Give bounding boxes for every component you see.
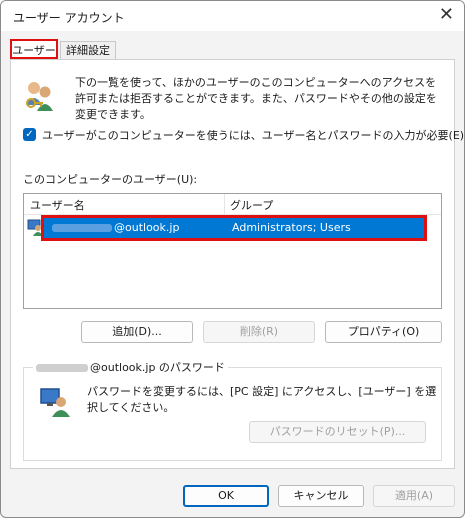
password-help-text: パスワードを変更するには、[PC 設定] にアクセスし、[ユーザー] を選択して… [87,385,437,414]
tab-users[interactable]: ユーザー [10,39,58,59]
tab-users-label: ユーザー [12,44,56,57]
title-bar: ユーザー アカウント ✕ [1,1,464,31]
redacted-username-small [36,364,88,372]
users-list-label: このコンピューターのユーザー(U): [23,173,198,186]
ok-button[interactable]: OK [183,485,269,507]
close-icon[interactable]: ✕ [439,5,454,25]
reset-password-button[interactable]: パスワードのリセット(P)... [249,421,426,443]
password-groupbox-title: @outlook.jp のパスワード [33,359,228,375]
row-username: @outlook.jp [114,221,180,234]
list-header: ユーザー名 グループ [24,194,441,215]
require-password-checkbox[interactable]: ✓ [23,128,36,141]
column-header-username[interactable]: ユーザー名 [30,197,85,213]
tab-advanced[interactable]: 詳細設定 [60,41,116,60]
add-user-button[interactable]: 追加(D)... [81,321,193,343]
table-row[interactable]: @outlook.jp Administrators; Users [41,215,427,241]
properties-button[interactable]: プロパティ(O) [325,321,442,343]
users-key-icon [26,82,53,111]
require-password-row[interactable]: ✓ ユーザーがこのコンピューターを使うには、ユーザー名とパスワードの入力が必要(… [23,126,464,144]
require-password-label[interactable]: ユーザーがこのコンピューターを使うには、ユーザー名とパスワードの入力が必要(E) [42,127,464,143]
row-group: Administrators; Users [232,221,351,234]
password-groupbox-title-text: @outlook.jp のパスワード [90,361,225,374]
column-divider[interactable] [224,194,225,214]
redacted-username [52,224,112,232]
intro-text: 下の一覧を使って、ほかのユーザーのこのコンピューターへのアクセスを許可または拒否… [75,76,437,121]
user-accounts-dialog: ユーザー アカウント ✕ ユーザー 詳細設定 下の一覧を使って、ほかのユーザーの… [0,0,465,518]
window-title: ユーザー アカウント [13,11,125,25]
column-header-group[interactable]: グループ [230,197,273,213]
remove-user-button[interactable]: 削除(R) [203,321,315,343]
user-account-icon [27,219,43,236]
users-list[interactable]: ユーザー名 グループ @outlook.jp Administrators; U… [23,193,442,309]
user-computer-icon [40,388,70,417]
tab-advanced-label: 詳細設定 [66,44,110,57]
apply-button[interactable]: 適用(A) [373,485,455,507]
cancel-button[interactable]: キャンセル [278,485,364,507]
